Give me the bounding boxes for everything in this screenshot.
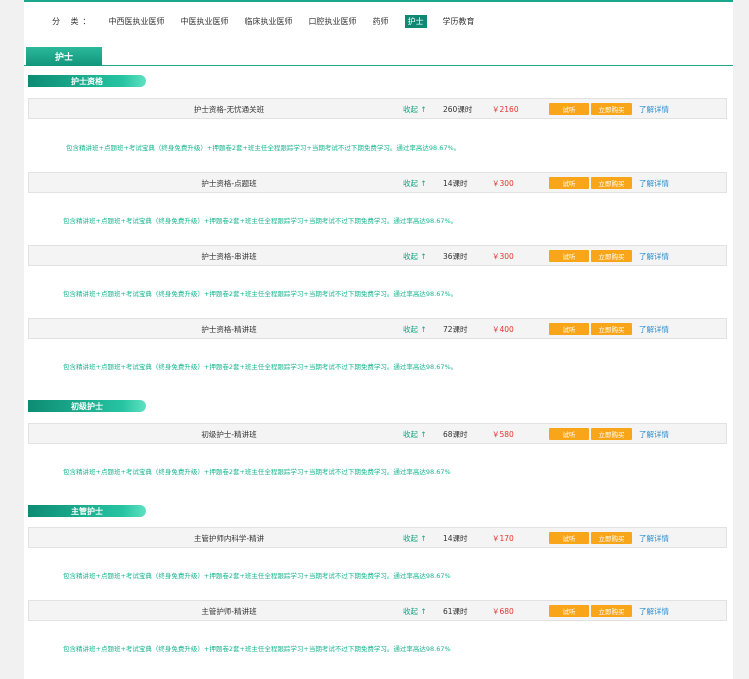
collapse-toggle[interactable]: 收起 ↑ — [403, 533, 427, 544]
course-price: ￥170 — [492, 534, 514, 543]
course-description: 包含精讲班+点题班+考试宝典（终身免费升级）+押题卷2套+班主任全程跟踪学习+当… — [63, 363, 458, 371]
buy-now-button[interactable]: 立即购买 — [591, 532, 632, 544]
buy-now-button[interactable]: 立即购买 — [591, 323, 632, 335]
detail-link[interactable]: 了解详情 — [639, 429, 669, 440]
course-description: 包含精讲班+点题班+考试宝典（终身免费升级）+押题卷2套+班主任全程跟踪学习+当… — [63, 290, 458, 298]
buy-now-button[interactable]: 立即购买 — [591, 605, 632, 617]
course-name: 护士资格-精讲班 — [201, 325, 257, 334]
detail-link[interactable]: 了解详情 — [639, 533, 669, 544]
course-row: 护士资格-点题班 收起 ↑ 14课时 ￥300 试听 立即购买 了解详情 — [28, 172, 727, 193]
try-listen-button[interactable]: 试听 — [549, 323, 589, 335]
course-description: 包含精讲班+点题班+考试宝典（终身免费升级）+押题卷2套+班主任全程跟踪学习+当… — [63, 645, 451, 653]
collapse-toggle[interactable]: 收起 ↑ — [403, 429, 427, 440]
category-zhongxiyi[interactable]: 中西医执业医师 — [109, 16, 165, 27]
tab-bar: 护士 — [24, 46, 733, 66]
top-divider — [24, 0, 733, 2]
course-row: 护士资格-串讲班 收起 ↑ 36课时 ￥300 试听 立即购买 了解详情 — [28, 245, 727, 266]
buy-now-button[interactable]: 立即购买 — [591, 103, 632, 115]
course-hours: 14课时 — [443, 534, 468, 543]
category-yaoshi[interactable]: 药师 — [373, 16, 389, 27]
try-listen-button[interactable]: 试听 — [549, 532, 589, 544]
section-heading: 主管护士 — [28, 505, 146, 517]
category-xueli[interactable]: 学历教育 — [443, 16, 475, 27]
category-linchuang[interactable]: 临床执业医师 — [245, 16, 293, 27]
course-hours: 14课时 — [443, 179, 468, 188]
section-heading: 初级护士 — [28, 400, 146, 412]
try-listen-button[interactable]: 试听 — [549, 103, 589, 115]
collapse-toggle[interactable]: 收起 ↑ — [403, 324, 427, 335]
detail-link[interactable]: 了解详情 — [639, 324, 669, 335]
course-name: 主管护师内科学-精讲 — [193, 534, 265, 543]
course-row: 护士资格-精讲班 收起 ↑ 72课时 ￥400 试听 立即购买 了解详情 — [28, 318, 727, 339]
collapse-toggle[interactable]: 收起 ↑ — [403, 251, 427, 262]
course-row: 初级护士-精讲班 收起 ↑ 68课时 ￥580 试听 立即购买 了解详情 — [28, 423, 727, 444]
course-hours: 61课时 — [443, 607, 468, 616]
course-hours: 68课时 — [443, 430, 468, 439]
course-hours: 260课时 — [443, 105, 473, 114]
course-price: ￥2160 — [492, 105, 519, 114]
tab-hushi[interactable]: 护士 — [26, 47, 102, 66]
course-description: 包含精讲班+点题班+考试宝典（终身免费升级）+押题卷2套+班主任全程跟踪学习+当… — [63, 217, 458, 225]
try-listen-button[interactable]: 试听 — [549, 250, 589, 262]
buy-now-button[interactable]: 立即购买 — [591, 177, 632, 189]
detail-link[interactable]: 了解详情 — [639, 606, 669, 617]
detail-link[interactable]: 了解详情 — [639, 104, 669, 115]
detail-link[interactable]: 了解详情 — [639, 178, 669, 189]
category-bar: 分 类： 中西医执业医师 中医执业医师 临床执业医师 口腔执业医师 药师 护士 … — [52, 14, 491, 28]
course-hours: 72课时 — [443, 325, 468, 334]
try-listen-button[interactable]: 试听 — [549, 177, 589, 189]
course-row: 主管护师内科学-精讲 收起 ↑ 14课时 ￥170 试听 立即购买 了解详情 — [28, 527, 727, 548]
detail-link[interactable]: 了解详情 — [639, 251, 669, 262]
buy-now-button[interactable]: 立即购买 — [591, 250, 632, 262]
course-price: ￥400 — [492, 325, 514, 334]
course-name: 护士资格-串讲班 — [201, 252, 257, 261]
course-name: 初级护士-精讲班 — [201, 430, 257, 439]
course-name: 护士资格-无忧通关班 — [193, 105, 265, 114]
category-label: 分 类： — [52, 16, 95, 26]
try-listen-button[interactable]: 试听 — [549, 428, 589, 440]
collapse-toggle[interactable]: 收起 ↑ — [403, 178, 427, 189]
buy-now-button[interactable]: 立即购买 — [591, 428, 632, 440]
category-zhongyi[interactable]: 中医执业医师 — [181, 16, 229, 27]
collapse-toggle[interactable]: 收起 ↑ — [403, 104, 427, 115]
category-hushi[interactable]: 护士 — [404, 14, 427, 28]
course-row: 主管护师-精讲班 收起 ↑ 61课时 ￥680 试听 立即购买 了解详情 — [28, 600, 727, 621]
course-price: ￥680 — [492, 607, 514, 616]
section-heading: 护士资格 — [28, 75, 146, 87]
try-listen-button[interactable]: 试听 — [549, 605, 589, 617]
course-hours: 36课时 — [443, 252, 468, 261]
course-row: 护士资格-无忧通关班 收起 ↑ 260课时 ￥2160 试听 立即购买 了解详情 — [28, 98, 727, 119]
course-name: 护士资格-点题班 — [201, 179, 257, 188]
course-price: ￥580 — [492, 430, 514, 439]
category-kouqiang[interactable]: 口腔执业医师 — [309, 16, 357, 27]
course-price: ￥300 — [492, 252, 514, 261]
collapse-toggle[interactable]: 收起 ↑ — [403, 606, 427, 617]
course-name: 主管护师-精讲班 — [201, 607, 257, 616]
course-description: 包含精讲班+点题班+考试宝典（终身免费升级）+押题卷2套+班主任全程跟踪学习+当… — [63, 572, 451, 580]
course-price: ￥300 — [492, 179, 514, 188]
course-description: 包含精讲班+点题班+考试宝典（终身免费升级）+押题卷2套+班主任全程跟踪学习+当… — [66, 144, 461, 152]
course-description: 包含精讲班+点题班+考试宝典（终身免费升级）+押题卷2套+班主任全程跟踪学习+当… — [63, 468, 451, 476]
